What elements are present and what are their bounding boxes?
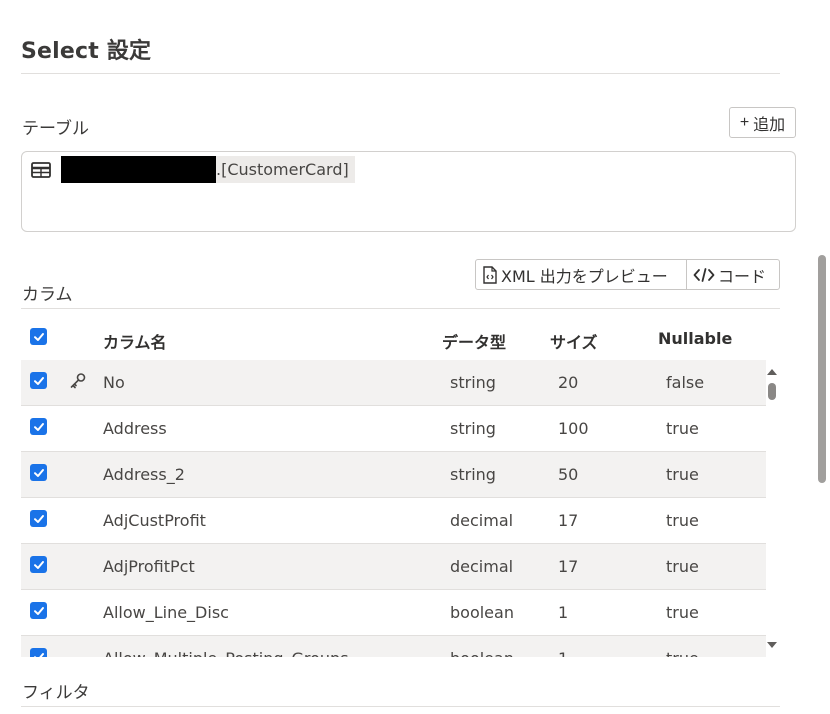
checkbox-checked-icon	[33, 468, 44, 477]
table-row[interactable]: Address string 100 true	[21, 406, 766, 452]
column-name: Address	[103, 419, 167, 438]
file-code-icon	[483, 265, 497, 284]
column-type: decimal	[450, 557, 514, 576]
column-name: Address_2	[103, 465, 185, 484]
table-grid-icon	[31, 161, 51, 178]
plus-icon: +	[739, 113, 750, 131]
columns-divider	[21, 308, 780, 309]
row-checkbox[interactable]	[30, 556, 47, 573]
checkbox-checked-icon	[33, 514, 44, 523]
column-size: 50	[558, 465, 579, 484]
scroll-down-arrow-icon[interactable]	[767, 642, 777, 648]
table-name: .[CustomerCard]	[216, 160, 349, 179]
scroll-up-arrow-icon[interactable]	[767, 369, 777, 375]
header-size[interactable]: サイズ	[550, 329, 598, 353]
header-data-type[interactable]: データ型	[442, 329, 506, 353]
column-name: No	[103, 373, 125, 392]
table-row[interactable]: No string 20 false	[21, 360, 766, 406]
column-size: 1	[558, 603, 569, 622]
columns-grid-body[interactable]: No string 20 false Address string 100 tr…	[21, 360, 766, 657]
column-type: decimal	[450, 511, 514, 530]
table-row[interactable]: Address_2 string 50 true	[21, 452, 766, 498]
column-nullable: true	[666, 465, 699, 484]
table-row[interactable]: AdjCustProfit decimal 17 true	[21, 498, 766, 544]
column-nullable: true	[666, 649, 699, 657]
column-size: 20	[558, 373, 579, 392]
column-type: boolean	[450, 603, 514, 622]
add-button-label: 追加	[753, 116, 786, 134]
header-column-name[interactable]: カラム名	[103, 329, 167, 353]
column-nullable: false	[666, 373, 705, 392]
column-type: string	[450, 419, 496, 438]
filter-divider	[21, 706, 780, 707]
row-checkbox[interactable]	[30, 372, 47, 389]
column-type: string	[450, 373, 496, 392]
select-all-checkbox[interactable]	[30, 328, 47, 345]
row-checkbox[interactable]	[30, 602, 47, 619]
checkbox-checked-icon	[33, 332, 44, 341]
column-type: string	[450, 465, 496, 484]
column-nullable: true	[666, 557, 699, 576]
title-divider	[21, 73, 780, 74]
code-button[interactable]: コード	[686, 260, 779, 289]
add-table-button[interactable]: + 追加	[729, 107, 796, 138]
filter-section-label: フィルタ	[22, 683, 90, 703]
column-nullable: true	[666, 603, 699, 622]
checkbox-checked-icon	[33, 422, 44, 431]
preview-xml-button[interactable]: XML 出力をプレビュー	[476, 260, 686, 289]
checkbox-checked-icon	[33, 560, 44, 569]
table-row[interactable]: AdjProfitPct decimal 17 true	[21, 544, 766, 590]
column-size: 17	[558, 557, 579, 576]
checkbox-checked-icon	[33, 652, 44, 657]
column-size: 100	[558, 419, 589, 438]
header-nullable[interactable]: Nullable	[658, 329, 732, 348]
table-chip[interactable]: .[CustomerCard]	[31, 156, 355, 183]
column-size: 1	[558, 649, 568, 657]
column-nullable: true	[666, 419, 699, 438]
row-checkbox[interactable]	[30, 464, 47, 481]
column-name: Allow_Multiple_Posting_Groups	[103, 649, 349, 657]
column-nullable: true	[666, 511, 699, 530]
grid-scroll-thumb[interactable]	[768, 383, 776, 400]
columns-section-label: カラム	[22, 285, 73, 305]
checkbox-checked-icon	[33, 376, 44, 385]
table-row[interactable]: Allow_Multiple_Posting_Groups boolean 1 …	[21, 636, 766, 657]
columns-grid-header: カラム名 データ型 サイズ Nullable	[21, 320, 766, 360]
preview-xml-label: XML 出力をプレビュー	[501, 266, 668, 286]
columns-toolbar: XML 出力をプレビュー コード	[475, 259, 780, 290]
redacted-schema-name	[61, 156, 216, 183]
key-icon	[70, 373, 86, 389]
code-label: コード	[718, 266, 767, 286]
column-type: boolean	[450, 649, 514, 657]
row-checkbox[interactable]	[30, 418, 47, 435]
column-name: Allow_Line_Disc	[103, 603, 229, 622]
column-size: 17	[558, 511, 579, 530]
table-section-label: テーブル	[22, 119, 89, 139]
column-name: AdjCustProfit	[103, 511, 206, 530]
table-row[interactable]: Allow_Line_Disc boolean 1 true	[21, 590, 766, 636]
row-checkbox[interactable]	[30, 648, 47, 657]
grid-scrollbar[interactable]	[766, 365, 778, 655]
row-checkbox[interactable]	[30, 510, 47, 527]
code-brackets-icon	[693, 267, 715, 282]
column-name: AdjProfitPct	[103, 557, 195, 576]
page-scrollbar-thumb[interactable]	[818, 255, 826, 483]
table-list-box[interactable]: .[CustomerCard]	[21, 151, 796, 232]
checkbox-checked-icon	[33, 606, 44, 615]
page-title: Select 設定	[21, 39, 152, 64]
